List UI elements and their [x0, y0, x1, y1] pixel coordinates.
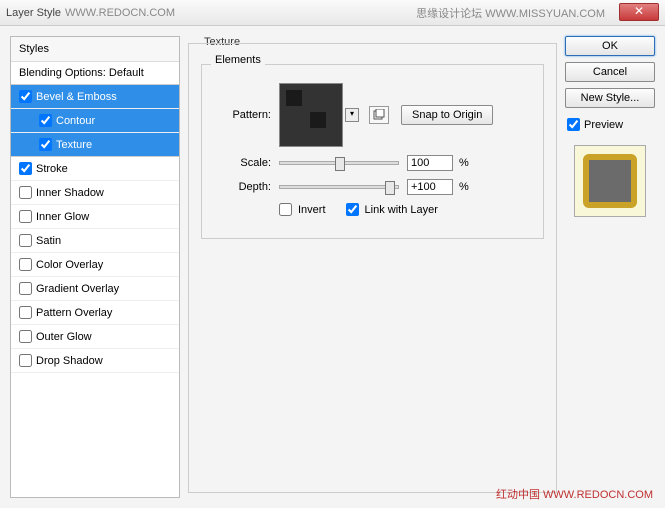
link-with-layer-checkbox[interactable]: [346, 203, 359, 216]
close-button[interactable]: ✕: [619, 3, 659, 21]
effect-bevel-emboss[interactable]: Bevel & Emboss: [11, 85, 179, 109]
dialog-buttons: OK Cancel New Style... Preview: [565, 36, 655, 498]
effect-stroke[interactable]: Stroke: [11, 157, 179, 181]
depth-label: Depth:: [216, 181, 271, 193]
ok-button[interactable]: OK: [565, 36, 655, 56]
watermark-right: 思缘设计论坛 WWW.MISSYUAN.COM: [416, 5, 605, 21]
effect-contour[interactable]: Contour: [11, 109, 179, 133]
invert-checkbox[interactable]: [279, 203, 292, 216]
scale-input[interactable]: [407, 155, 453, 171]
effect-outer-glow[interactable]: Outer Glow: [11, 325, 179, 349]
depth-input[interactable]: [407, 179, 453, 195]
footer-watermark: 红动中国 WWW.REDOCN.COM: [496, 486, 653, 502]
drop-shadow-checkbox[interactable]: [19, 354, 32, 367]
titlebar: Layer Style WWW.REDOCN.COM 思缘设计论坛 WWW.MI…: [0, 0, 665, 26]
styles-header[interactable]: Styles: [11, 37, 179, 62]
effect-pattern-overlay[interactable]: Pattern Overlay: [11, 301, 179, 325]
cancel-button[interactable]: Cancel: [565, 62, 655, 82]
window-title: Layer Style: [6, 7, 61, 19]
texture-checkbox[interactable]: [39, 138, 52, 151]
styles-list: Styles Blending Options: Default Bevel &…: [10, 36, 180, 498]
scale-unit: %: [459, 157, 469, 169]
contour-checkbox[interactable]: [39, 114, 52, 127]
effect-gradient-overlay[interactable]: Gradient Overlay: [11, 277, 179, 301]
inner-shadow-checkbox[interactable]: [19, 186, 32, 199]
scale-label: Scale:: [216, 157, 271, 169]
pattern-label: Pattern:: [216, 109, 271, 121]
gradient-overlay-checkbox[interactable]: [19, 282, 32, 295]
blending-options-row[interactable]: Blending Options: Default: [11, 62, 179, 85]
elements-title: Elements: [211, 54, 265, 66]
inner-glow-checkbox[interactable]: [19, 210, 32, 223]
depth-unit: %: [459, 181, 469, 193]
outer-glow-checkbox[interactable]: [19, 330, 32, 343]
satin-checkbox[interactable]: [19, 234, 32, 247]
scale-slider[interactable]: [279, 161, 399, 165]
effect-color-overlay[interactable]: Color Overlay: [11, 253, 179, 277]
pattern-overlay-checkbox[interactable]: [19, 306, 32, 319]
preview-thumbnail: [574, 145, 646, 217]
stroke-checkbox[interactable]: [19, 162, 32, 175]
pattern-dropdown-icon[interactable]: ▾: [345, 108, 359, 122]
effect-inner-glow[interactable]: Inner Glow: [11, 205, 179, 229]
watermark-left: WWW.REDOCN.COM: [65, 7, 175, 19]
depth-slider[interactable]: [279, 185, 399, 189]
pattern-swatch[interactable]: [279, 83, 343, 147]
link-with-layer-label: Link with Layer: [365, 204, 438, 216]
effect-inner-shadow[interactable]: Inner Shadow: [11, 181, 179, 205]
invert-label: Invert: [298, 204, 326, 216]
effect-texture[interactable]: Texture: [11, 133, 179, 157]
new-pattern-icon[interactable]: [369, 106, 389, 124]
color-overlay-checkbox[interactable]: [19, 258, 32, 271]
new-style-button[interactable]: New Style...: [565, 88, 655, 108]
snap-to-origin-button[interactable]: Snap to Origin: [401, 105, 493, 125]
effect-drop-shadow[interactable]: Drop Shadow: [11, 349, 179, 373]
bevel-checkbox[interactable]: [19, 90, 32, 103]
preview-checkbox[interactable]: [567, 118, 580, 131]
settings-panel: Texture Elements Pattern: ▾ Snap to Orig…: [188, 36, 557, 498]
effect-satin[interactable]: Satin: [11, 229, 179, 253]
preview-label: Preview: [584, 119, 623, 131]
